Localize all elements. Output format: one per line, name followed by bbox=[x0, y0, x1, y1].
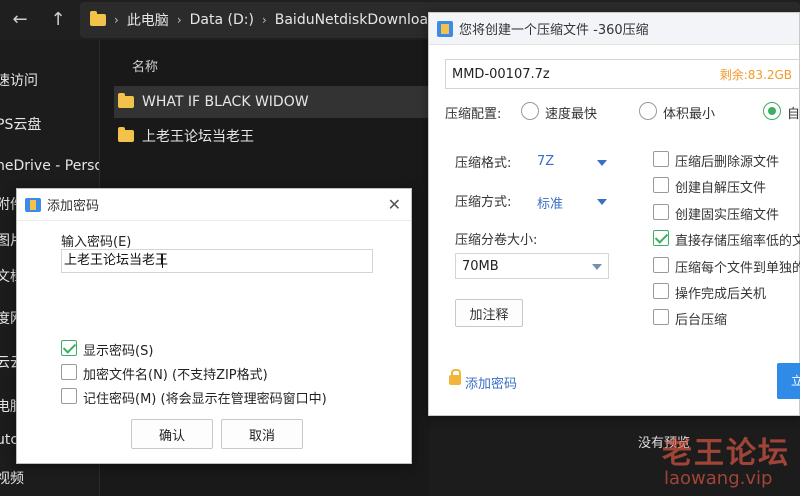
option-label[interactable]: 压缩每个文件到单独的 bbox=[675, 257, 800, 276]
volume-label: 压缩分卷大小: bbox=[455, 233, 538, 248]
mode-fastest-radio[interactable] bbox=[521, 102, 539, 120]
compress-dialog-titlebar[interactable]: 您将创建一个压缩文件 -360压缩 bbox=[429, 13, 799, 45]
option-checkbox-delete-source[interactable] bbox=[653, 151, 669, 167]
back-arrow-icon[interactable]: ← bbox=[8, 8, 32, 32]
option-checkbox-separate-files[interactable] bbox=[653, 257, 669, 273]
folder-icon bbox=[90, 11, 106, 26]
show-password-label[interactable]: 显示密码(S) bbox=[83, 340, 153, 359]
volume-value: 70MB bbox=[462, 258, 499, 274]
format-dropdown-icon[interactable] bbox=[597, 160, 607, 166]
option-checkbox-solid[interactable] bbox=[653, 204, 669, 220]
chevron-right-icon: › bbox=[114, 13, 119, 27]
folder-icon bbox=[118, 93, 134, 108]
compress-app-icon bbox=[437, 20, 453, 37]
option-checkbox-self-extract[interactable] bbox=[653, 177, 669, 193]
method-label: 压缩方式: bbox=[455, 195, 512, 210]
file-row[interactable]: WHAT IF BLACK WIDOW bbox=[114, 86, 454, 118]
config-label: 压缩配置: bbox=[445, 107, 502, 122]
sidebar-item[interactable]: 速访问 bbox=[0, 70, 38, 90]
watermark-url: laowang.vip bbox=[664, 468, 773, 489]
password-dialog-title: 添加密码 bbox=[47, 199, 100, 214]
method-select[interactable]: 标准 bbox=[537, 193, 563, 212]
folder-icon bbox=[118, 127, 134, 142]
volume-combobox[interactable]: 70MB bbox=[455, 253, 609, 279]
remember-password-checkbox[interactable] bbox=[61, 388, 77, 404]
compress-dialog: 您将创建一个压缩文件 -360压缩 MMD-00107.7z 剩余:83.2GB… bbox=[428, 12, 800, 416]
option-label[interactable]: 后台压缩 bbox=[675, 309, 727, 328]
compress-dialog-title: 您将创建一个压缩文件 -360压缩 bbox=[459, 23, 649, 38]
method-dropdown-icon[interactable] bbox=[597, 199, 607, 205]
sidebar-item[interactable]: neDrive - Persor bbox=[0, 158, 99, 174]
show-password-checkbox[interactable] bbox=[61, 340, 77, 356]
file-row[interactable]: 上老王论坛当老王 bbox=[114, 120, 430, 152]
start-compress-button[interactable]: 立 bbox=[777, 363, 800, 399]
option-label[interactable]: 操作完成后关机 bbox=[675, 283, 766, 302]
sidebar-item[interactable]: PS云盘 bbox=[0, 114, 41, 134]
option-label[interactable]: 压缩后删除源文件 bbox=[675, 151, 779, 170]
encrypt-filenames-label[interactable]: 加密文件名(N) (不支持ZIP格式) bbox=[83, 364, 268, 383]
password-dialog-titlebar[interactable]: 添加密码 ✕ bbox=[17, 189, 411, 221]
mode-fastest-label[interactable]: 速度最快 bbox=[545, 103, 597, 122]
free-space-label: 剩余:83.2GB bbox=[719, 67, 792, 82]
option-label[interactable]: 创建自解压文件 bbox=[675, 177, 766, 196]
add-password-link[interactable]: 添加密码 bbox=[465, 373, 517, 392]
file-name: WHAT IF BLACK WIDOW bbox=[142, 94, 309, 110]
mode-smallest-label[interactable]: 体积最小 bbox=[663, 103, 715, 122]
file-name: 上老王论坛当老王 bbox=[142, 129, 254, 145]
column-header-name[interactable]: 名称 bbox=[132, 56, 158, 75]
cancel-button[interactable]: 取消 bbox=[221, 419, 303, 449]
mode-smallest-radio[interactable] bbox=[639, 102, 657, 120]
volume-dropdown-icon[interactable] bbox=[592, 264, 602, 270]
sidebar-item[interactable]: 视频 bbox=[0, 468, 24, 488]
mode-custom-label[interactable]: 自 bbox=[787, 103, 800, 122]
archive-name-field[interactable]: MMD-00107.7z 剩余:83.2GB bbox=[445, 59, 800, 89]
close-icon[interactable]: ✕ bbox=[388, 195, 401, 214]
format-label: 压缩格式: bbox=[455, 156, 512, 171]
chevron-right-icon: › bbox=[261, 13, 267, 27]
option-label[interactable]: 直接存储压缩率低的文 bbox=[675, 230, 800, 249]
lock-icon bbox=[449, 369, 461, 385]
up-arrow-icon[interactable]: ↑ bbox=[46, 8, 70, 32]
option-checkbox-store-low-ratio[interactable] bbox=[653, 230, 669, 246]
format-select[interactable]: 7Z bbox=[537, 154, 554, 169]
option-checkbox-background[interactable] bbox=[653, 309, 669, 325]
watermark-logo: 老王论坛 bbox=[662, 436, 790, 471]
remember-password-label[interactable]: 记住密码(M) (将会显示在管理密码窗口中) bbox=[83, 388, 327, 407]
chevron-right-icon: › bbox=[176, 13, 182, 27]
password-input[interactable]: 上老王论坛当老王 bbox=[61, 249, 373, 273]
compress-app-icon bbox=[25, 197, 41, 212]
archive-name-value: MMD-00107.7z bbox=[452, 66, 550, 82]
mode-custom-radio[interactable] bbox=[763, 102, 781, 120]
password-input-label: 输入密码(E) bbox=[61, 235, 132, 250]
breadcrumb-this-pc[interactable]: 此电脑 bbox=[127, 10, 169, 30]
option-label[interactable]: 创建固实压缩文件 bbox=[675, 204, 779, 223]
option-checkbox-shutdown[interactable] bbox=[653, 283, 669, 299]
confirm-button[interactable]: 确认 bbox=[131, 419, 213, 449]
breadcrumb-folder[interactable]: BaiduNetdiskDownload bbox=[275, 12, 437, 28]
breadcrumb-drive[interactable]: Data (D:) bbox=[190, 12, 254, 28]
add-comment-button[interactable]: 加注释 bbox=[455, 299, 523, 327]
encrypt-filenames-checkbox[interactable] bbox=[61, 364, 77, 380]
password-dialog: 添加密码 ✕ 输入密码(E) 上老王论坛当老王 显示密码(S) 加密文件名(N)… bbox=[16, 188, 412, 464]
